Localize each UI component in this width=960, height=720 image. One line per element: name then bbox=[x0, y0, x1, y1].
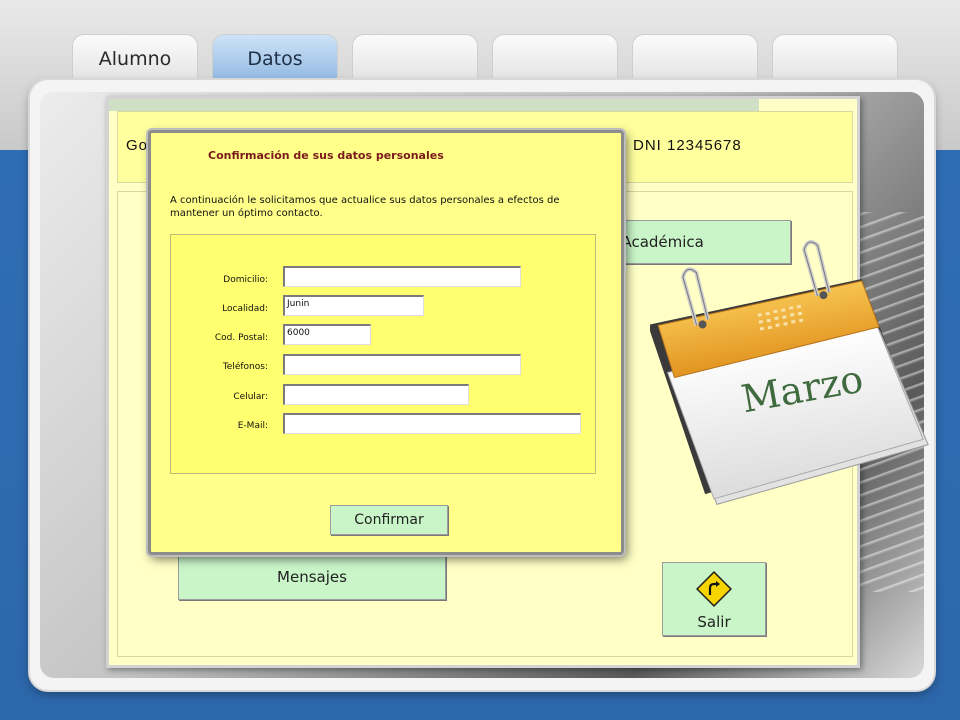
confirm-data-dialog: Confirmación de sus datos personales A c… bbox=[148, 130, 624, 555]
telefonos-field[interactable] bbox=[283, 354, 521, 375]
telefonos-label: Teléfonos: bbox=[222, 362, 268, 372]
tab-empty-3[interactable] bbox=[352, 34, 478, 82]
dialog-title: Confirmación de sus datos personales bbox=[208, 149, 444, 162]
tab-bar: Alumno Datos bbox=[72, 34, 900, 84]
messages-label: Mensajes bbox=[277, 568, 347, 586]
celular-field[interactable] bbox=[283, 384, 469, 405]
student-name: Go bbox=[126, 137, 149, 154]
domicilio-label: Domicilio: bbox=[223, 275, 268, 285]
email-field[interactable] bbox=[283, 413, 581, 434]
celular-label: Celular: bbox=[233, 392, 268, 402]
cod-postal-label: Cod. Postal: bbox=[214, 333, 268, 343]
tab-datos[interactable]: Datos bbox=[212, 34, 338, 82]
tab-empty-5[interactable] bbox=[632, 34, 758, 82]
student-dni: DNI 12345678 bbox=[633, 137, 742, 154]
exit-label: Salir bbox=[697, 613, 731, 631]
tab-alumno[interactable]: Alumno bbox=[72, 34, 198, 82]
email-label: E-Mail: bbox=[237, 421, 268, 431]
localidad-label: Localidad: bbox=[222, 304, 268, 314]
localidad-field[interactable]: Junin bbox=[283, 295, 424, 316]
cod-postal-field[interactable]: 6000 bbox=[283, 324, 371, 345]
dialog-message: A continuación le solicitamos que actual… bbox=[170, 195, 560, 219]
exit-sign-icon bbox=[695, 570, 733, 608]
map-strip bbox=[109, 99, 759, 111]
domicilio-field[interactable] bbox=[283, 266, 521, 287]
personal-data-form: Domicilio: Localidad: Junin Cod. Postal:… bbox=[170, 234, 596, 474]
tab-empty-6[interactable] bbox=[772, 34, 898, 82]
confirm-button[interactable]: Confirmar bbox=[330, 505, 448, 535]
exit-button[interactable]: Salir bbox=[662, 562, 766, 636]
messages-button[interactable]: Mensajes bbox=[178, 554, 446, 600]
tab-empty-4[interactable] bbox=[492, 34, 618, 82]
